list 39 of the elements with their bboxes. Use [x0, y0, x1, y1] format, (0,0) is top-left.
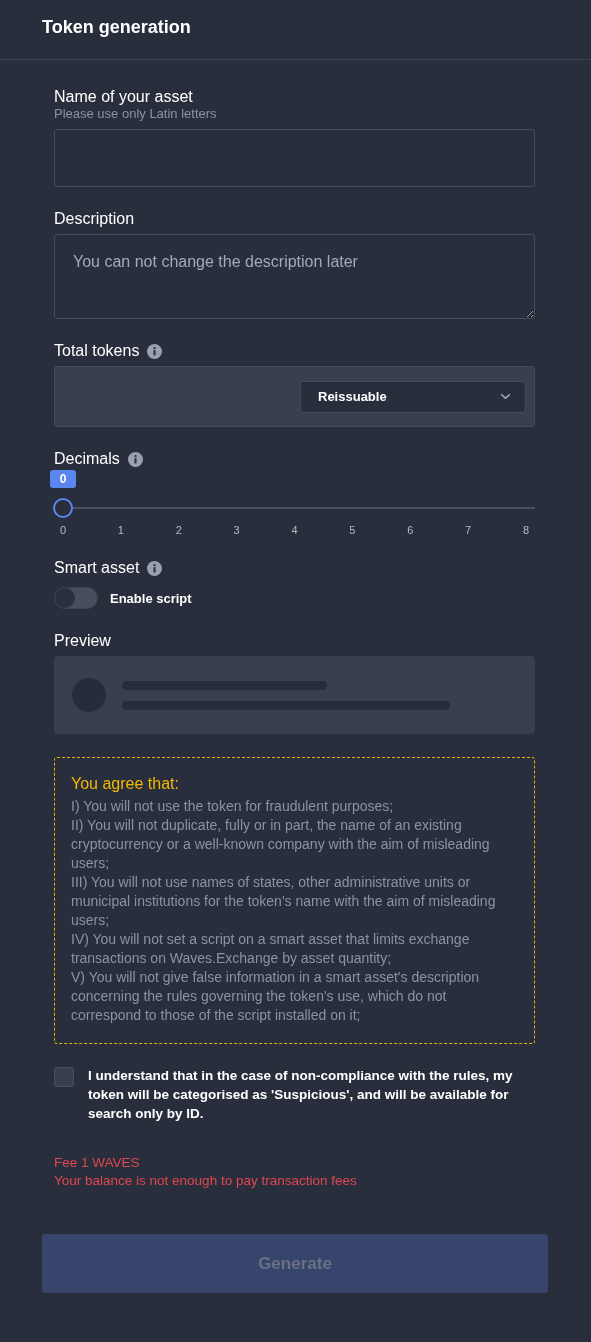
tick-label: 2 — [174, 524, 183, 536]
agreement-rule: III) You will not use names of states, other administrative units or municipal institutions for the token's name with the aim of misleading users; — [71, 873, 497, 930]
agreement-rule: IV) You will not set a script on a smart asset that limits exchange transactions on Waves.Exchange by asset quantity; — [71, 930, 471, 968]
tick-label: 3 — [232, 524, 241, 536]
tick-label: 5 — [348, 524, 357, 536]
tick-label: 8 — [522, 524, 530, 536]
toggle-label: Enable script — [110, 590, 192, 606]
field-hint: Please use only Latin letters — [54, 106, 218, 121]
tick-label: 4 — [290, 524, 299, 536]
tick-label: 0 — [59, 524, 67, 536]
info-icon[interactable] — [147, 343, 163, 359]
confirm-text: I understand that in the case of non-compliance with the rules, my token will be categorised as 'Suspicious', and will be available for search only by ID. — [88, 1067, 514, 1123]
caret-icon — [500, 393, 511, 400]
error-message: Your balance is not enough to pay transaction fees — [54, 1172, 358, 1190]
toggle-switch[interactable] — [54, 587, 98, 609]
field-label: Name of your asset — [54, 88, 193, 106]
description-field[interactable]: You can not change the description later — [54, 234, 535, 319]
input-field[interactable] — [54, 129, 535, 187]
info-icon[interactable] — [147, 560, 163, 576]
field-label: Decimals — [54, 450, 120, 468]
slider-thumb[interactable] — [53, 498, 73, 518]
total-tokens-field[interactable]: Reissuable — [54, 366, 535, 427]
agreement-title: You agree that: — [71, 775, 180, 793]
checkbox[interactable] — [54, 1067, 74, 1087]
value-tooltip: 0 — [50, 470, 76, 488]
agreement-rule: I) You will not use the token for fraudulent purposes; — [71, 797, 395, 816]
field-label: Smart asset — [54, 559, 140, 577]
field-label: Total tokens — [54, 342, 140, 360]
fee-text: Fee 1 WAVES — [54, 1154, 141, 1172]
tick-label: 6 — [406, 524, 415, 536]
reissuable-dropdown[interactable]: Reissuable — [300, 380, 526, 413]
field-label: Description — [54, 210, 135, 228]
info-icon[interactable] — [127, 451, 143, 467]
agreement-rule: II) You will not duplicate, fully or in part, the name of an existing cryptocurrency or a well-known company with the aim of misleading users; — [71, 816, 491, 873]
field-label: Preview — [54, 632, 111, 650]
page-title: Token generation — [42, 17, 192, 38]
agreement-rule: V) You will not give false information in a smart asset's description concerning the rules governing the token's use, which do not correspond to those of the script installed on it; — [71, 968, 481, 1025]
tick-label: 7 — [464, 524, 473, 536]
tick-label: 1 — [116, 524, 125, 536]
